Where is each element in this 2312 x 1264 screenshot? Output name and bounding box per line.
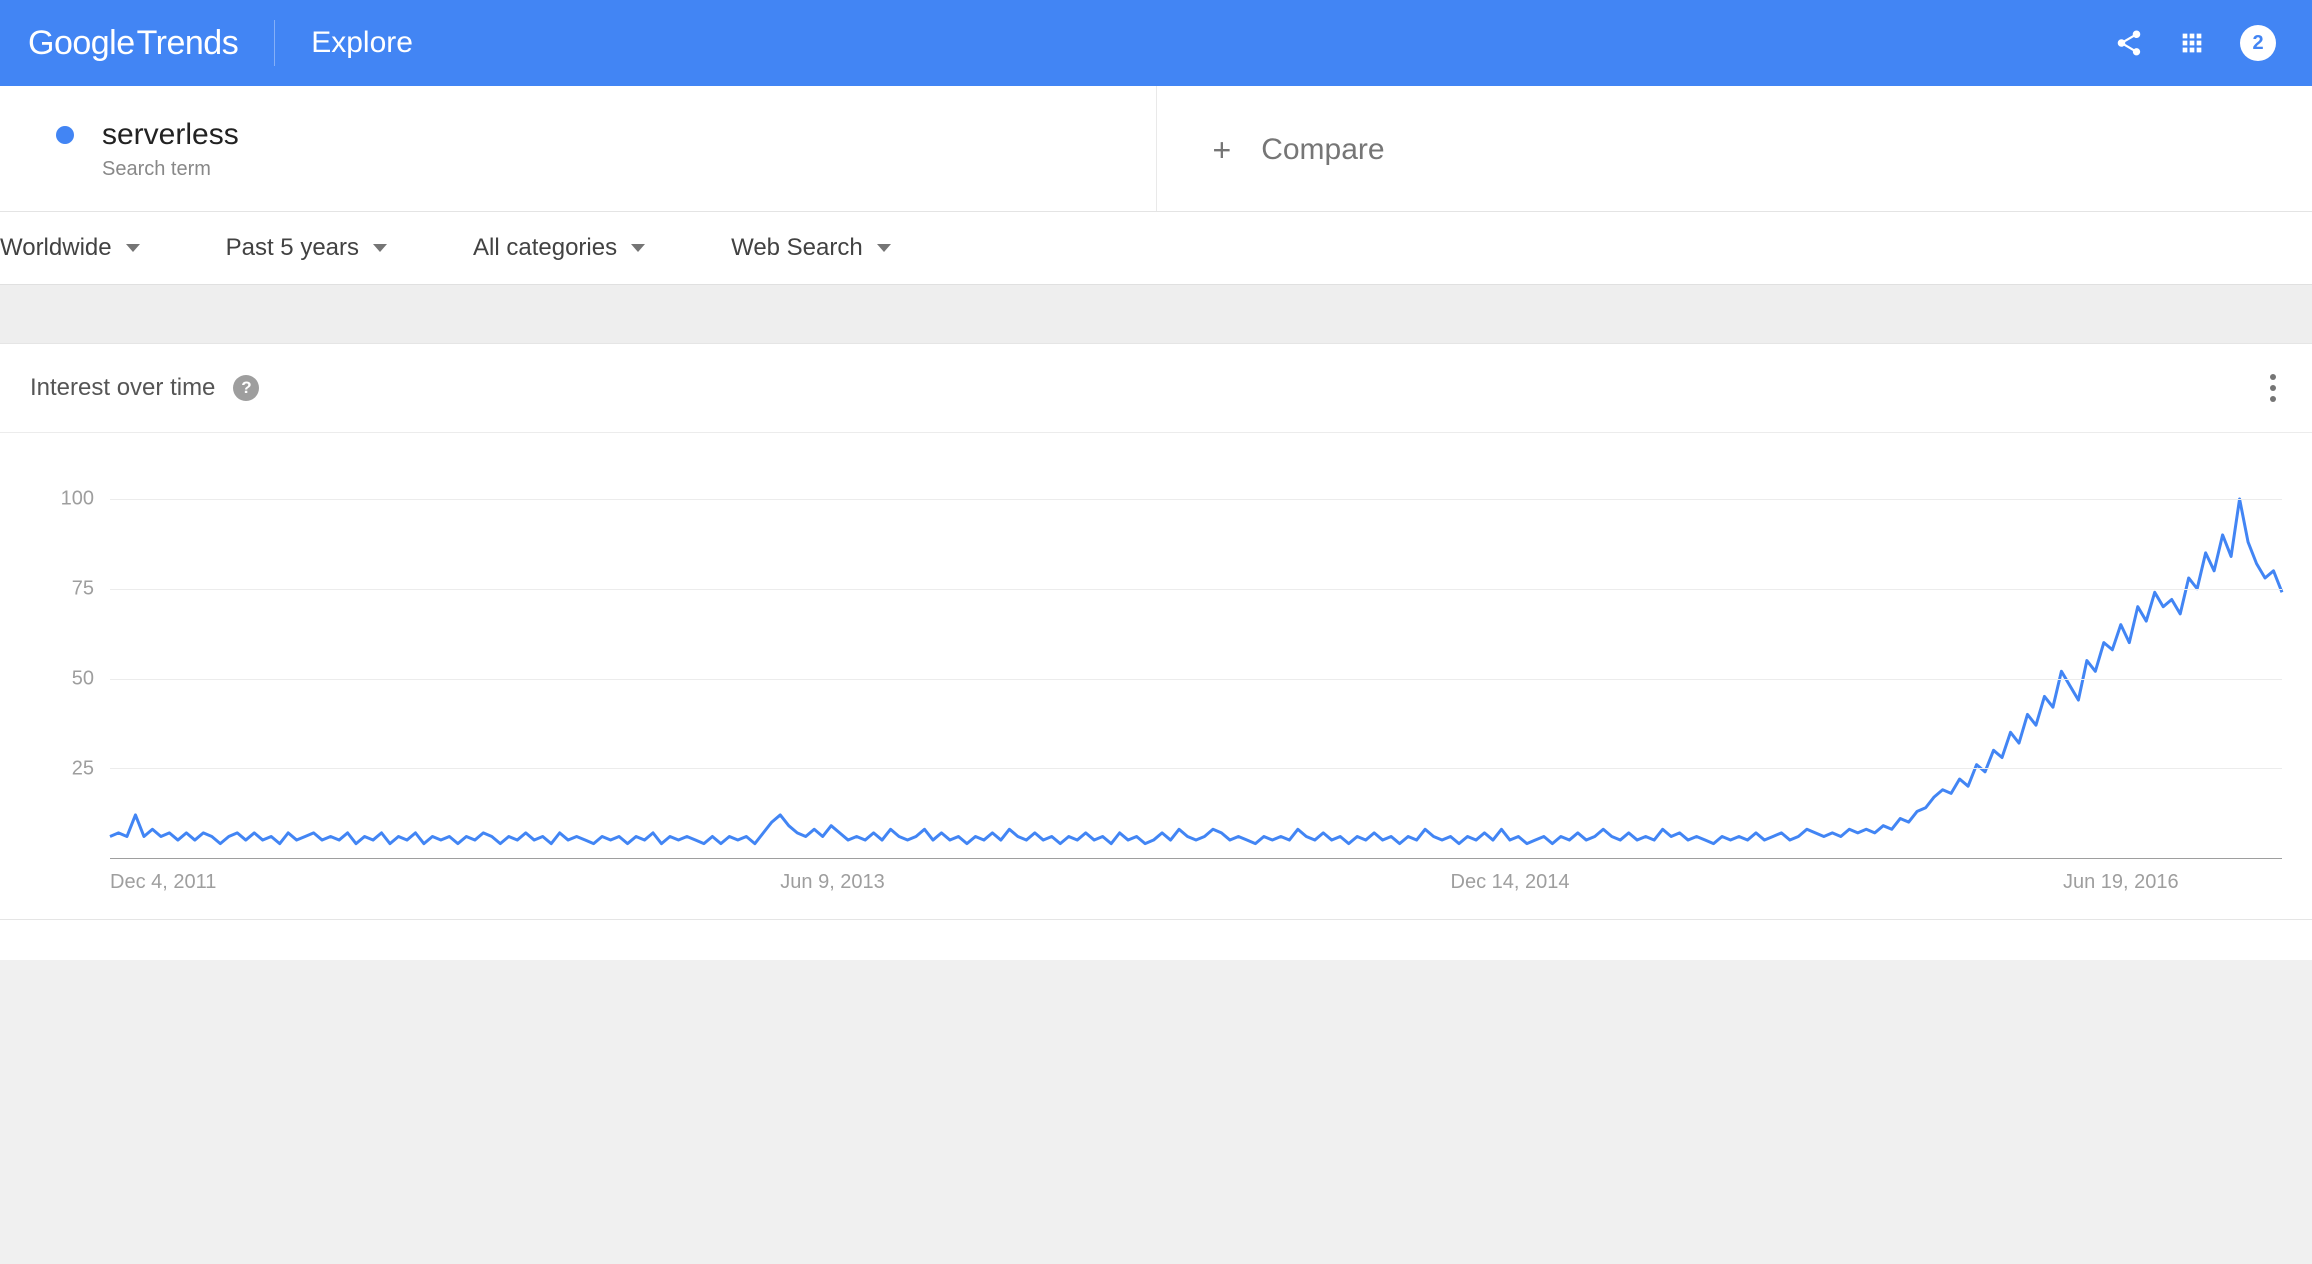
compare-label: Compare [1261, 133, 1384, 167]
chart-x-axis: Dec 4, 2011 Jun 9, 2013 Dec 14, 2014 Jun 19… [110, 871, 2282, 899]
logo-trends-text: Trends [137, 24, 239, 63]
chevron-down-icon [631, 244, 645, 252]
more-options-icon[interactable] [2264, 368, 2282, 408]
chart-plot-area [110, 499, 2282, 859]
x-tick-label: Dec 4, 2011 [110, 871, 216, 894]
chevron-down-icon [877, 244, 891, 252]
filters-row: Worldwide Past 5 years All categories We… [0, 212, 2312, 285]
notifications-badge[interactable]: 2 [2240, 25, 2276, 61]
interest-over-time-card: Interest over time ? 25 50 75 100 Dec 4, 20… [0, 343, 2312, 920]
y-tick-label: 100 [61, 488, 94, 511]
chevron-down-icon [126, 244, 140, 252]
add-compare-button[interactable]: + Compare [1157, 86, 2312, 211]
filter-search-type[interactable]: Web Search [731, 234, 891, 262]
chevron-down-icon [373, 244, 387, 252]
chart-grid-line [110, 768, 2282, 769]
apps-icon[interactable] [2178, 29, 2206, 57]
y-tick-label: 75 [72, 578, 94, 601]
chart-container: 25 50 75 100 Dec 4, 2011 Jun 9, 2013 Dec 14, … [0, 433, 2312, 919]
interest-chart: 255075100 [30, 499, 2282, 859]
logo-google-text: Google [28, 24, 135, 63]
search-terms-row: serverless Search term + Compare [0, 86, 2312, 212]
chart-y-axis: 255075100 [30, 499, 110, 859]
badge-count: 2 [2252, 32, 2263, 55]
filter-search-type-label: Web Search [731, 234, 863, 262]
help-icon[interactable]: ? [233, 375, 259, 401]
term-subtitle: Search term [102, 158, 239, 181]
filter-region-label: Worldwide [0, 234, 112, 262]
x-tick-label: Jun 9, 2013 [780, 871, 885, 894]
chart-grid-line [110, 499, 2282, 500]
term-name: serverless [102, 118, 239, 152]
y-tick-label: 25 [72, 758, 94, 781]
filter-category[interactable]: All categories [473, 234, 645, 262]
section-gap [0, 285, 2312, 343]
term-color-dot [56, 126, 74, 144]
card-title: Interest over time [30, 374, 215, 402]
chart-grid-line [110, 679, 2282, 680]
x-tick-label: Jun 19, 2016 [2063, 871, 2179, 894]
chart-grid-line [110, 589, 2282, 590]
filter-region[interactable]: Worldwide [0, 234, 140, 262]
card-header: Interest over time ? [0, 344, 2312, 433]
series-line [110, 499, 2282, 844]
filter-timeframe-label: Past 5 years [226, 234, 359, 262]
page-title: Explore [311, 26, 413, 60]
google-trends-logo[interactable]: Google Trends [28, 24, 238, 63]
x-tick-label: Dec 14, 2014 [1451, 871, 1570, 894]
filter-category-label: All categories [473, 234, 617, 262]
share-icon[interactable] [2114, 28, 2144, 58]
plus-icon: + [1213, 134, 1232, 166]
app-header: Google Trends Explore 2 [0, 0, 2312, 86]
filter-timeframe[interactable]: Past 5 years [226, 234, 387, 262]
header-divider [274, 20, 275, 66]
y-tick-label: 50 [72, 668, 94, 691]
search-term-cell[interactable]: serverless Search term [0, 86, 1157, 211]
